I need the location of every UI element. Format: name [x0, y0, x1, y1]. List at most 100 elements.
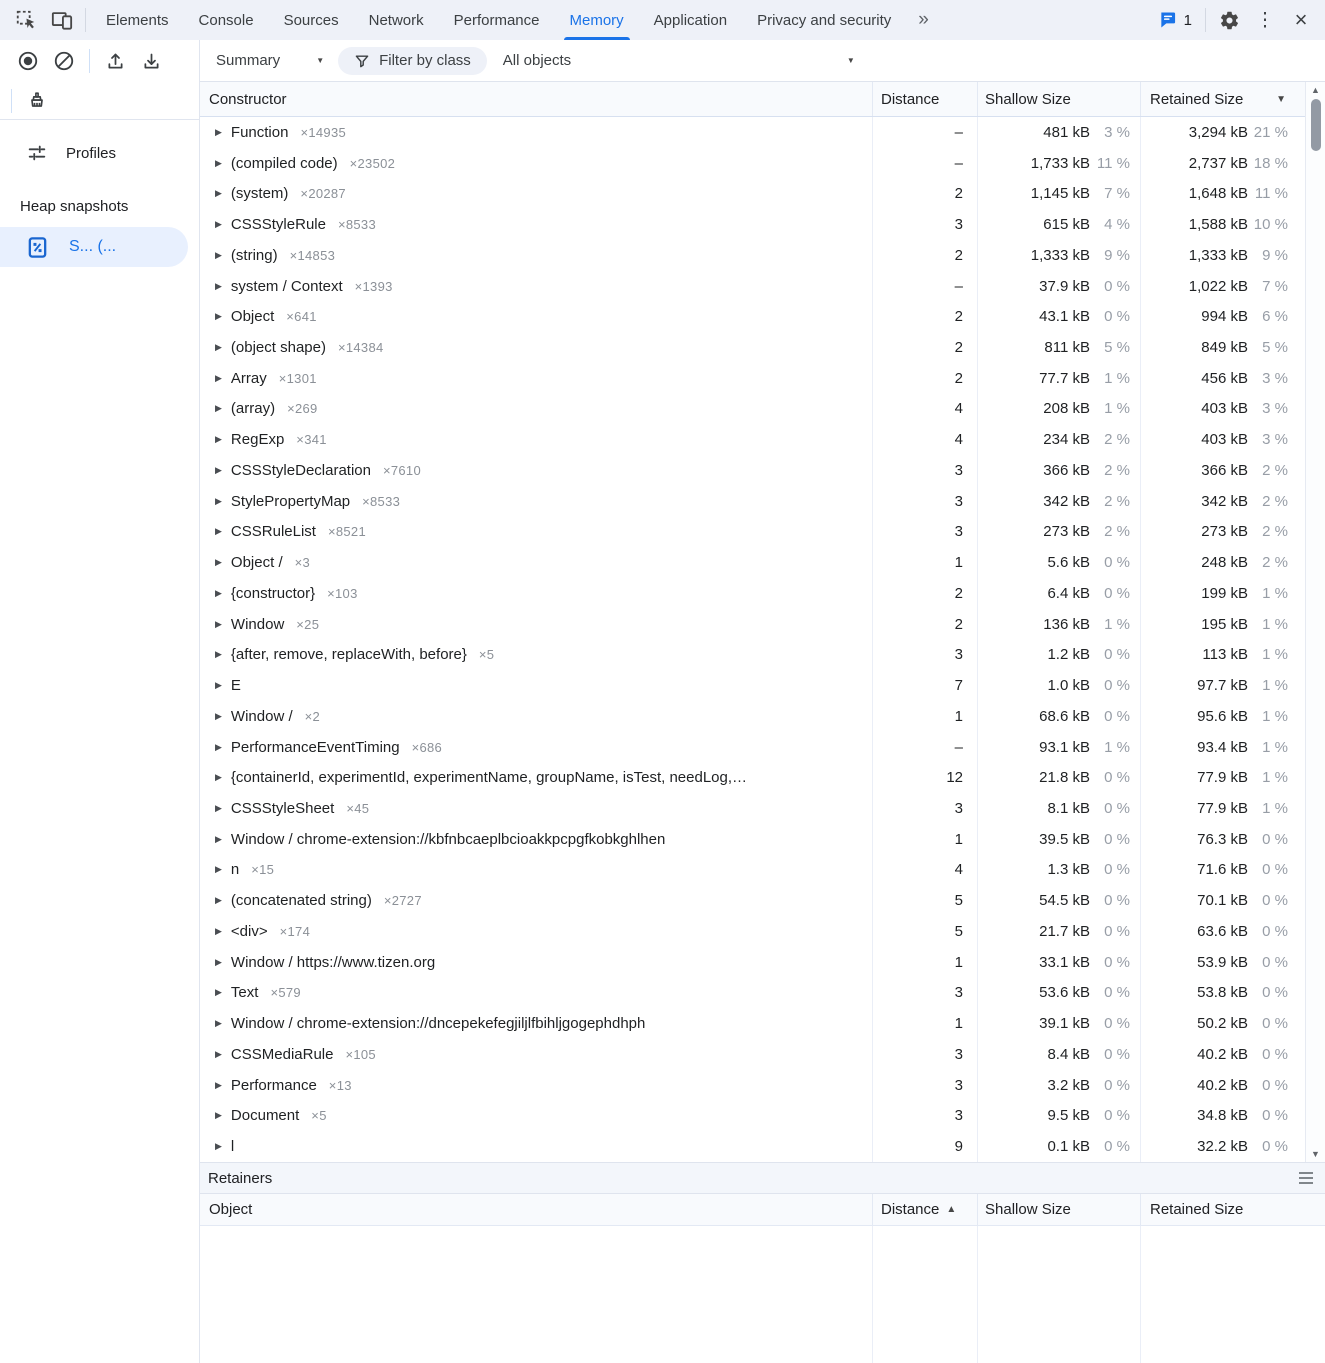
table-row[interactable]: ▶Array×1301277.7 kB1 %456 kB3 % [200, 363, 1298, 394]
tab-application[interactable]: Application [639, 0, 742, 40]
disclosure-triangle-icon[interactable]: ▶ [215, 373, 222, 384]
table-row[interactable]: ▶Window /×2168.6 kB0 %95.6 kB1 % [200, 701, 1298, 732]
column-header-object[interactable]: Object [200, 1194, 872, 1225]
table-row[interactable]: ▶Window / https://www.tizen.org133.1 kB0… [200, 947, 1298, 978]
table-row[interactable]: ▶(system)×2028721,145 kB7 %1,648 kB11 % [200, 178, 1298, 209]
table-row[interactable]: ▶(compiled code)×23502–1,733 kB11 %2,737… [200, 148, 1298, 179]
table-row[interactable]: ▶PerformanceEventTiming×686–93.1 kB1 %93… [200, 732, 1298, 763]
table-row[interactable]: ▶Performance×1333.2 kB0 %40.2 kB0 % [200, 1070, 1298, 1101]
device-toolbar-button[interactable] [44, 3, 80, 37]
table-row[interactable]: ▶Document×539.5 kB0 %34.8 kB0 % [200, 1101, 1298, 1132]
objects-scope-select[interactable]: All objects ▼ [503, 52, 855, 69]
disclosure-triangle-icon[interactable]: ▶ [215, 158, 222, 169]
tab-performance[interactable]: Performance [439, 0, 555, 40]
table-row[interactable]: ▶E71.0 kB0 %97.7 kB1 % [200, 670, 1298, 701]
column-header-distance[interactable]: Distance [872, 82, 977, 116]
scroll-up-arrow-icon[interactable]: ▲ [1306, 85, 1325, 95]
disclosure-triangle-icon[interactable]: ▶ [215, 926, 222, 937]
disclosure-triangle-icon[interactable]: ▶ [215, 250, 222, 261]
table-row[interactable]: ▶Function×14935–481 kB3 %3,294 kB21 % [200, 117, 1298, 148]
disclosure-triangle-icon[interactable]: ▶ [215, 957, 222, 968]
disclosure-triangle-icon[interactable]: ▶ [215, 342, 222, 353]
heap-snapshot-item[interactable]: S... (... [0, 227, 188, 267]
disclosure-triangle-icon[interactable]: ▶ [215, 772, 222, 783]
issues-counter[interactable]: 1 [1150, 10, 1200, 30]
column-header-retained-size[interactable]: Retained Size ▼ [1140, 82, 1298, 116]
table-row[interactable]: ▶{after, remove, replaceWith, before}×53… [200, 639, 1298, 670]
table-row[interactable]: ▶CSSRuleList×85213273 kB2 %273 kB2 % [200, 517, 1298, 548]
column-header-shallow-size[interactable]: Shallow Size [977, 82, 1140, 116]
disclosure-triangle-icon[interactable]: ▶ [215, 803, 222, 814]
disclosure-triangle-icon[interactable]: ▶ [215, 588, 222, 599]
disclosure-triangle-icon[interactable]: ▶ [215, 1018, 222, 1029]
tab-privacy-and-security[interactable]: Privacy and security [742, 0, 906, 40]
disclosure-triangle-icon[interactable]: ▶ [215, 281, 222, 292]
table-row[interactable]: ▶l90.1 kB0 %32.2 kB0 % [200, 1131, 1298, 1162]
table-row[interactable]: ▶(object shape)×143842811 kB5 %849 kB5 % [200, 332, 1298, 363]
table-row[interactable]: ▶{constructor}×10326.4 kB0 %199 kB1 % [200, 578, 1298, 609]
column-header-retainers-distance[interactable]: Distance ▲ [872, 1194, 977, 1225]
disclosure-triangle-icon[interactable]: ▶ [215, 680, 222, 691]
table-row[interactable]: ▶Window / chrome-extension://dncepekefeg… [200, 1008, 1298, 1039]
close-devtools-button[interactable]: × [1283, 3, 1319, 37]
save-profile-button[interactable] [133, 45, 169, 77]
scroll-down-arrow-icon[interactable]: ▼ [1306, 1149, 1325, 1159]
table-row[interactable]: ▶<div>×174521.7 kB0 %63.6 kB0 % [200, 916, 1298, 947]
disclosure-triangle-icon[interactable]: ▶ [215, 526, 222, 537]
load-profile-button[interactable] [97, 45, 133, 77]
disclosure-triangle-icon[interactable]: ▶ [215, 895, 222, 906]
table-row[interactable]: ▶n×1541.3 kB0 %71.6 kB0 % [200, 855, 1298, 886]
table-row[interactable]: ▶StylePropertyMap×85333342 kB2 %342 kB2 … [200, 486, 1298, 517]
sidebar-item-profiles[interactable]: Profiles [0, 134, 199, 172]
more-tabs-button[interactable]: » [906, 9, 941, 31]
class-filter-input[interactable]: Filter by class [338, 47, 487, 75]
table-row[interactable]: ▶{containerId, experimentId, experimentN… [200, 762, 1298, 793]
disclosure-triangle-icon[interactable]: ▶ [215, 188, 222, 199]
disclosure-triangle-icon[interactable]: ▶ [215, 987, 222, 998]
disclosure-triangle-icon[interactable]: ▶ [215, 311, 222, 322]
disclosure-triangle-icon[interactable]: ▶ [215, 1080, 222, 1091]
disclosure-triangle-icon[interactable]: ▶ [215, 1141, 222, 1152]
disclosure-triangle-icon[interactable]: ▶ [215, 557, 222, 568]
table-row[interactable]: ▶Window×252136 kB1 %195 kB1 % [200, 609, 1298, 640]
table-row[interactable]: ▶CSSStyleDeclaration×76103366 kB2 %366 k… [200, 455, 1298, 486]
table-row[interactable]: ▶(string)×1485321,333 kB9 %1,333 kB9 % [200, 240, 1298, 271]
table-row[interactable]: ▶system / Context×1393–37.9 kB0 %1,022 k… [200, 271, 1298, 302]
tab-console[interactable]: Console [184, 0, 269, 40]
disclosure-triangle-icon[interactable]: ▶ [215, 864, 222, 875]
tab-network[interactable]: Network [354, 0, 439, 40]
disclosure-triangle-icon[interactable]: ▶ [215, 434, 222, 445]
clear-profile-button[interactable] [46, 45, 82, 77]
settings-button[interactable] [1211, 3, 1247, 37]
tab-sources[interactable]: Sources [269, 0, 354, 40]
scrollbar-thumb[interactable] [1311, 99, 1321, 151]
disclosure-triangle-icon[interactable]: ▶ [215, 127, 222, 138]
column-header-retainers-shallow-size[interactable]: Shallow Size [977, 1194, 1140, 1225]
disclosure-triangle-icon[interactable]: ▶ [215, 649, 222, 660]
table-row[interactable]: ▶Window / chrome-extension://kbfnbcaeplb… [200, 824, 1298, 855]
table-row[interactable]: ▶(concatenated string)×2727554.5 kB0 %70… [200, 885, 1298, 916]
table-row[interactable]: ▶RegExp×3414234 kB2 %403 kB3 % [200, 424, 1298, 455]
retainers-menu-icon[interactable] [1299, 1172, 1313, 1184]
disclosure-triangle-icon[interactable]: ▶ [215, 465, 222, 476]
disclosure-triangle-icon[interactable]: ▶ [215, 619, 222, 630]
disclosure-triangle-icon[interactable]: ▶ [215, 219, 222, 230]
inspect-element-button[interactable] [8, 3, 44, 37]
column-header-retainers-retained-size[interactable]: Retained Size [1140, 1194, 1325, 1225]
table-row[interactable]: ▶CSSStyleSheet×4538.1 kB0 %77.9 kB1 % [200, 793, 1298, 824]
perspective-select[interactable]: Summary ▼ [216, 52, 324, 69]
disclosure-triangle-icon[interactable]: ▶ [215, 711, 222, 722]
disclosure-triangle-icon[interactable]: ▶ [215, 1049, 222, 1060]
disclosure-triangle-icon[interactable]: ▶ [215, 834, 222, 845]
disclosure-triangle-icon[interactable]: ▶ [215, 1110, 222, 1121]
table-row[interactable]: ▶Object /×315.6 kB0 %248 kB2 % [200, 547, 1298, 578]
column-header-constructor[interactable]: Constructor [200, 82, 872, 116]
tab-elements[interactable]: Elements [91, 0, 184, 40]
table-row[interactable]: ▶Object×641243.1 kB0 %994 kB6 % [200, 301, 1298, 332]
table-row[interactable]: ▶(array)×2694208 kB1 %403 kB3 % [200, 394, 1298, 425]
disclosure-triangle-icon[interactable]: ▶ [215, 742, 222, 753]
disclosure-triangle-icon[interactable]: ▶ [215, 496, 222, 507]
tab-memory[interactable]: Memory [555, 0, 639, 40]
table-row[interactable]: ▶Text×579353.6 kB0 %53.8 kB0 % [200, 978, 1298, 1009]
devtools-menu-button[interactable]: ⋮ [1247, 3, 1283, 37]
